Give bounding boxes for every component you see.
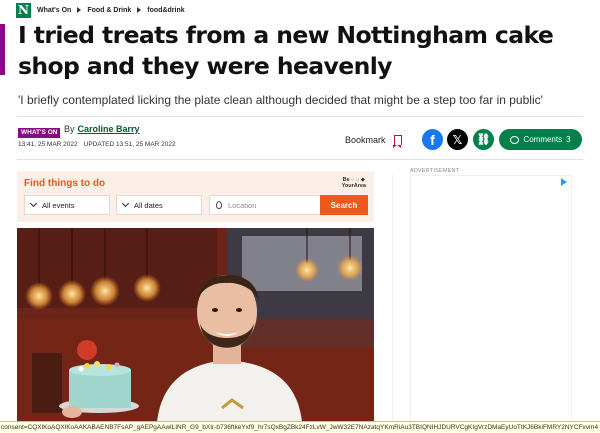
author-link[interactable]: Caroline Barry: [78, 124, 140, 134]
facebook-icon: f: [430, 131, 435, 148]
breadcrumb-separator-icon: [137, 7, 142, 13]
article-hero-image: [17, 228, 374, 422]
copy-link-button[interactable]: ⛓: [473, 129, 494, 150]
byline: By Caroline Barry: [64, 124, 140, 134]
events-select[interactable]: All events: [24, 195, 110, 215]
your-area-logo-line2: YourArea: [341, 183, 366, 189]
location-input[interactable]: Location: [209, 195, 331, 215]
breadcrumb: N What's On Food & Drink food&drink: [16, 2, 185, 18]
chevron-down-icon: [121, 199, 130, 208]
bookmark-button[interactable]: Bookmark: [345, 135, 402, 148]
divider: [17, 159, 583, 160]
bookmark-label: Bookmark: [345, 135, 386, 145]
column-divider: [392, 175, 393, 433]
section-badge[interactable]: WHAT'S ON: [18, 128, 61, 138]
your-area-logo[interactable]: Be ◌ ◌ ◆ YourArea: [342, 177, 366, 189]
page-title: I tried treats from a new Nottingham cak…: [18, 21, 554, 80]
breadcrumb-item-whats-on[interactable]: What's On: [37, 7, 71, 14]
hero-photo-graphic: [17, 228, 374, 422]
site-logo[interactable]: N: [16, 2, 31, 18]
updated-time: UPDATED 13:51, 25 MAR 2022: [83, 141, 176, 148]
search-button[interactable]: Search: [320, 195, 368, 215]
status-bar-url: consent=CQXlKoAQXlKoAAKABAENB7FsAP_gAEPg…: [0, 421, 600, 433]
facebook-share-button[interactable]: f: [422, 129, 443, 150]
dates-select-value: All dates: [134, 200, 163, 210]
chevron-down-icon: [29, 199, 38, 208]
comment-bubble-icon: [510, 135, 520, 144]
advertisement-slot[interactable]: [410, 175, 572, 425]
divider: [17, 116, 583, 117]
published-time: 13:41, 25 MAR 2022: [18, 141, 78, 148]
location-placeholder: Location: [228, 200, 257, 210]
timestamps: 13:41, 25 MAR 2022 UPDATED 13:51, 25 MAR…: [18, 141, 176, 148]
advertisement-label: ADVERTISEMENT: [410, 168, 460, 174]
bookmark-icon: [393, 135, 402, 148]
standfirst: 'I briefly contemplated licking the plat…: [18, 93, 543, 107]
cake: [59, 361, 139, 418]
breadcrumb-item-food-drink-tag[interactable]: food&drink: [147, 7, 184, 14]
x-share-button[interactable]: 𝕏: [447, 129, 468, 150]
x-icon: 𝕏: [452, 132, 463, 147]
comments-button[interactable]: Comments 3: [499, 129, 582, 150]
breadcrumb-separator-icon: [77, 7, 82, 13]
breadcrumb-item-food-drink[interactable]: Food & Drink: [87, 7, 131, 14]
events-select-value: All events: [42, 200, 75, 210]
byline-prefix: By: [64, 124, 75, 134]
headline-accent-bar: [0, 24, 5, 75]
ad-choices-icon[interactable]: [561, 178, 567, 186]
dates-select[interactable]: All dates: [116, 195, 202, 215]
location-pin-icon: [216, 201, 222, 209]
widget-title: Find things to do: [24, 178, 106, 189]
comments-label: Comments: [523, 135, 563, 144]
find-things-to-do-widget: Find things to do Be ◌ ◌ ◆ YourArea All …: [17, 171, 374, 222]
comments-count: 3: [566, 135, 571, 144]
link-icon: ⛓: [476, 134, 491, 146]
